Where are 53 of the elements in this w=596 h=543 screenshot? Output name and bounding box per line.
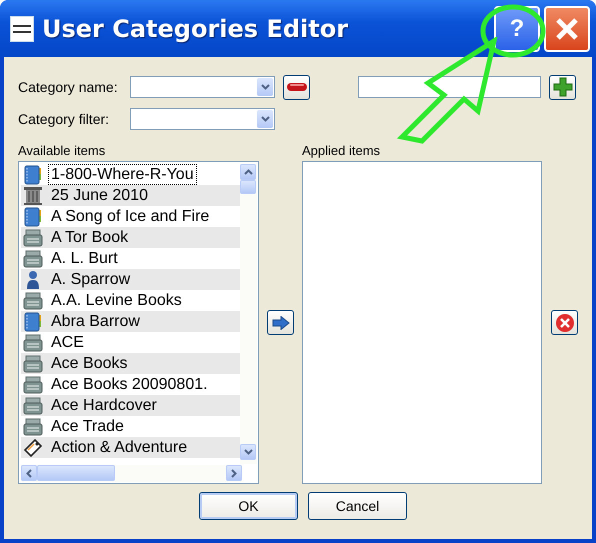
- plus-icon: [552, 77, 572, 97]
- list-item[interactable]: A. L. Burt: [48, 248, 121, 269]
- scroll-right-icon[interactable]: [231, 468, 237, 478]
- scroll-up-icon[interactable]: [244, 169, 252, 175]
- remove-category-button[interactable]: [283, 74, 310, 100]
- tag-icon: [23, 438, 43, 458]
- series-book-icon: [24, 206, 42, 226]
- close-icon: [556, 18, 578, 40]
- person-icon: [26, 270, 40, 290]
- typewriter-icon: [23, 396, 43, 414]
- list-item[interactable]: A.A. Levine Books: [48, 290, 185, 311]
- horizontal-scrollbar[interactable]: [21, 465, 242, 482]
- dialog-button[interactable]: Cancel: [308, 492, 407, 520]
- scroll-left-icon[interactable]: [26, 468, 32, 478]
- scroll-down-icon[interactable]: [244, 449, 252, 455]
- list-item[interactable]: A Song of Ice and Fire: [48, 206, 212, 227]
- vertical-scrollbar[interactable]: [240, 164, 257, 464]
- series-book-icon: [24, 164, 42, 184]
- window-title: User Categories Editor: [42, 14, 348, 44]
- typewriter-icon: [23, 250, 43, 268]
- add-category-button[interactable]: [549, 74, 576, 100]
- available-items-list[interactable]: 1-800-Where-R-You 25 June 2010 A Song of Ice and Fire A Tor Book A. L. Burt A. Sparrow A.A. Levine Books Abra Barrow ACE Ace Books Ace Books 20090801. Ace Hardcover Ace Trade Action & Adventure: [18, 161, 259, 484]
- close-button[interactable]: [544, 6, 590, 52]
- category-filter-combo[interactable]: [130, 108, 275, 130]
- annotation-circle: [480, 4, 546, 58]
- scroll-thumb[interactable]: [240, 180, 256, 194]
- typewriter-icon: [23, 376, 43, 394]
- field-label: Category name:: [18, 78, 119, 97]
- typewriter-icon: [23, 334, 43, 352]
- delete-icon: [554, 312, 574, 332]
- typewriter-icon: [23, 418, 43, 436]
- new-category-field[interactable]: [358, 76, 541, 98]
- series-book-icon: [24, 312, 42, 332]
- column-icon: [23, 186, 43, 206]
- minus-icon: [286, 83, 306, 91]
- list-item[interactable]: Ace Trade: [48, 416, 127, 437]
- scroll-thumb[interactable]: [37, 465, 115, 481]
- system-menu-icon[interactable]: [10, 16, 34, 42]
- typewriter-icon: [23, 292, 43, 310]
- remove-item-button[interactable]: [551, 310, 578, 335]
- typewriter-icon: [23, 354, 43, 372]
- list-label: Applied items: [302, 142, 382, 160]
- add-item-button[interactable]: [267, 310, 294, 335]
- dialog-button[interactable]: OK: [199, 492, 298, 520]
- dropdown-chevron-icon: [260, 84, 270, 90]
- list-item[interactable]: ACE: [48, 332, 87, 353]
- typewriter-icon: [23, 228, 43, 246]
- dropdown-chevron-icon: [260, 116, 270, 122]
- list-label: Available items: [18, 142, 106, 160]
- category-name-combo[interactable]: [130, 76, 275, 98]
- list-item[interactable]: Ace Books 20090801.: [48, 374, 211, 395]
- right-arrow-icon: [272, 316, 290, 330]
- field-label: Category filter:: [18, 110, 110, 129]
